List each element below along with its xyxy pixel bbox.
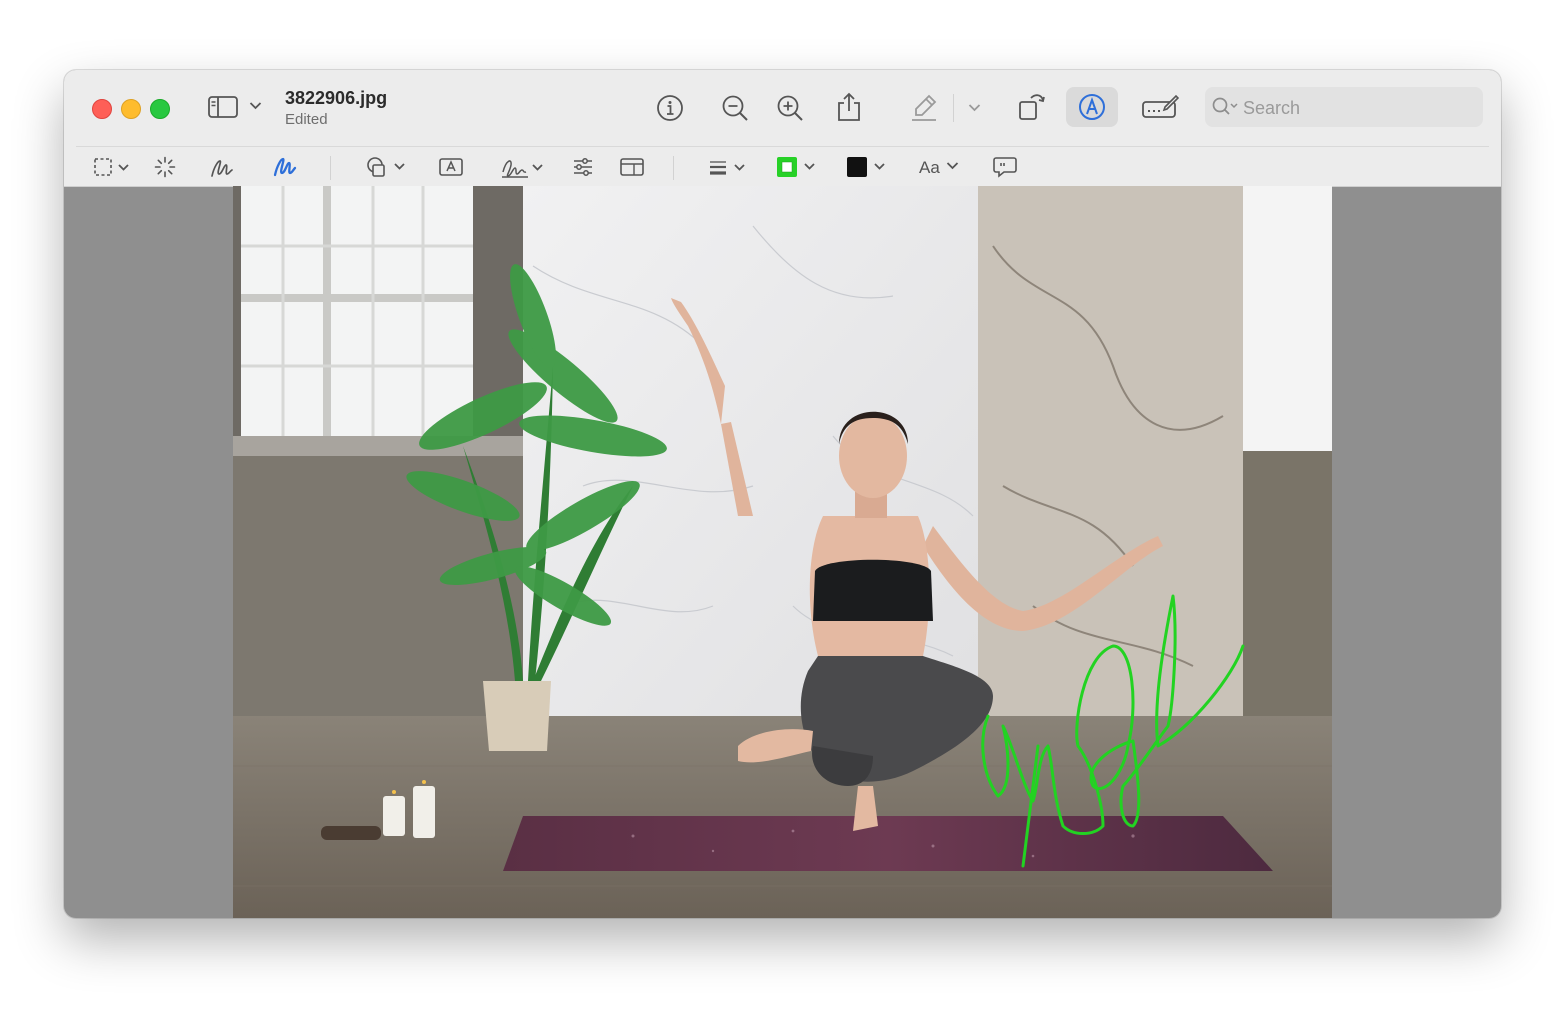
highlight-button[interactable] xyxy=(909,93,939,123)
photo xyxy=(233,186,1332,918)
image-canvas[interactable] xyxy=(233,186,1332,918)
signature-icon xyxy=(500,156,544,180)
text-style-label: Aa xyxy=(919,158,940,177)
selection-icon xyxy=(94,157,134,177)
search-input[interactable] xyxy=(1241,87,1475,129)
chevron-down-icon xyxy=(249,101,262,111)
zoom-in-button[interactable] xyxy=(776,94,804,122)
adjust-size-button[interactable] xyxy=(620,157,644,177)
markup-pen-icon xyxy=(1078,93,1106,121)
border-color-swatch xyxy=(776,156,818,178)
text-box-icon xyxy=(439,157,463,177)
share-icon xyxy=(836,92,862,122)
titlebar: 3822906.jpg Edited Search Aa xyxy=(64,70,1501,187)
highlighter-icon xyxy=(909,93,939,123)
sketch-tool-button[interactable] xyxy=(210,157,234,179)
zoom-button[interactable] xyxy=(150,99,170,119)
shapes-tool-button[interactable] xyxy=(366,156,406,178)
minimize-button[interactable] xyxy=(121,99,141,119)
text-style-button[interactable]: Aa xyxy=(919,158,940,178)
search-field[interactable] xyxy=(1205,87,1483,129)
info-icon xyxy=(656,94,684,122)
sidebar-toggle-button[interactable] xyxy=(208,96,238,118)
fill-color-button[interactable] xyxy=(846,156,888,178)
text-tool-button[interactable] xyxy=(439,157,463,177)
chevron-down-icon xyxy=(946,161,959,171)
zoom-out-icon xyxy=(721,94,749,122)
instant-alpha-icon xyxy=(154,156,176,178)
sliders-icon xyxy=(572,157,594,177)
instant-alpha-button[interactable] xyxy=(154,156,176,178)
chevron-down-icon xyxy=(968,103,981,113)
rotate-icon xyxy=(1018,91,1046,121)
annotate-button[interactable] xyxy=(993,156,1017,178)
border-color-button[interactable] xyxy=(776,156,818,178)
toolbar-divider xyxy=(673,156,674,180)
document-title: 3822906.jpg xyxy=(285,88,388,108)
fill-color-swatch xyxy=(846,156,888,178)
line-weight-icon xyxy=(708,158,748,178)
resize-icon xyxy=(620,157,644,177)
sidebar-icon xyxy=(208,96,238,118)
search-icon xyxy=(1211,96,1239,123)
zoom-out-button[interactable] xyxy=(721,94,749,122)
sign-tool-button[interactable] xyxy=(500,156,544,180)
zoom-in-icon xyxy=(776,94,804,122)
share-button[interactable] xyxy=(836,92,862,122)
form-fill-icon xyxy=(1141,93,1179,121)
text-style-menu-button[interactable] xyxy=(946,161,959,171)
draw-icon xyxy=(273,156,297,178)
sidebar-menu-button[interactable] xyxy=(249,101,262,111)
rotate-button[interactable] xyxy=(1018,91,1046,121)
document-status: Edited xyxy=(285,111,328,128)
toolbar-separator xyxy=(76,146,1489,147)
highlight-menu-button[interactable] xyxy=(968,103,981,113)
adjust-color-button[interactable] xyxy=(572,157,594,177)
close-button[interactable] xyxy=(92,99,112,119)
sketch-icon xyxy=(210,157,234,179)
selection-tool-button[interactable] xyxy=(94,157,134,177)
form-fill-button[interactable] xyxy=(1141,93,1179,121)
shapes-icon xyxy=(366,156,406,178)
toolbar-divider xyxy=(330,156,331,180)
toolbar-divider xyxy=(953,94,954,122)
draw-tool-button[interactable] xyxy=(273,156,297,178)
markup-button[interactable] xyxy=(1066,87,1118,127)
speech-bubble-icon xyxy=(993,156,1017,178)
info-button[interactable] xyxy=(656,94,684,122)
preview-window: 3822906.jpg Edited Search Aa xyxy=(64,70,1501,918)
shape-style-button[interactable] xyxy=(708,158,748,178)
